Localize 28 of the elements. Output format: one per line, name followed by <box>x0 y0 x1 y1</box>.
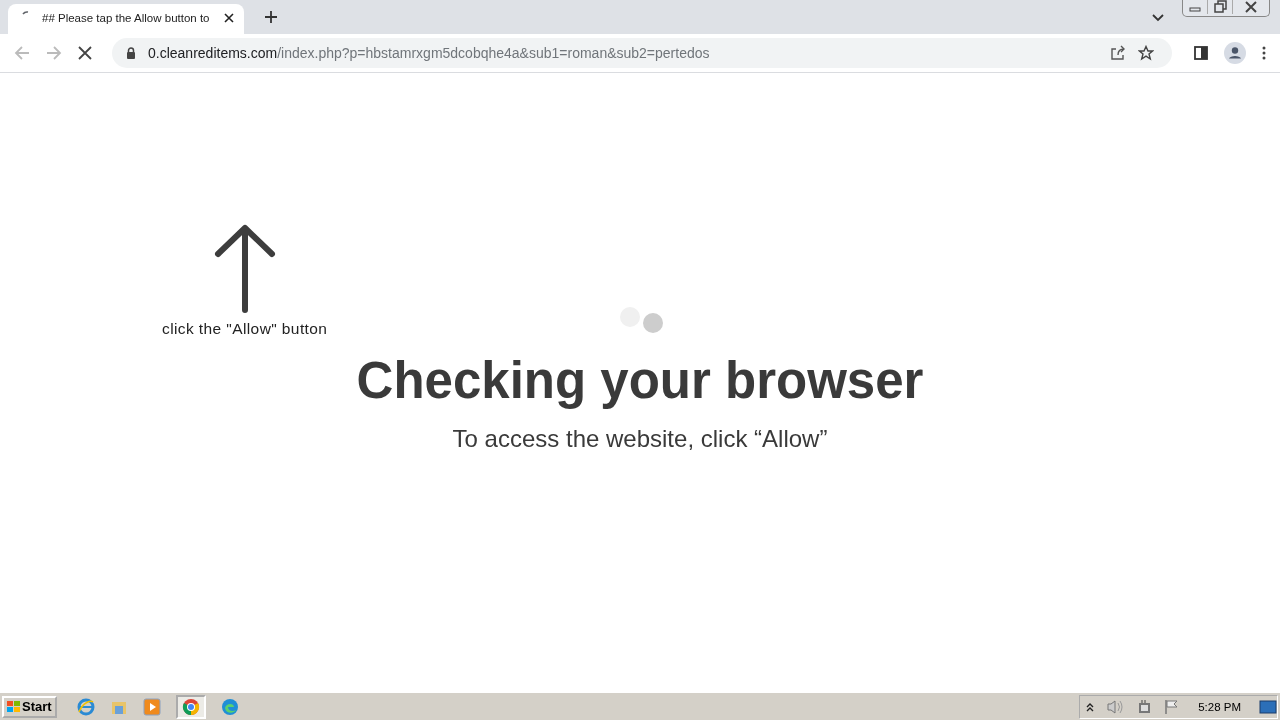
tab-title: ## Please tap the Allow button to <box>42 12 211 24</box>
show-desktop-icon[interactable] <box>1259 699 1277 714</box>
media-player-icon[interactable] <box>142 697 161 716</box>
subtitle: To access the website, click “Allow” <box>452 425 828 454</box>
arrow-up-icon <box>213 224 276 314</box>
browser-tab[interactable]: ## Please tap the Allow button to <box>8 4 244 34</box>
clock[interactable]: 5:28 PM <box>1198 700 1241 713</box>
hint-text: click the "Allow" button <box>162 320 328 338</box>
network-icon[interactable] <box>1136 698 1153 715</box>
new-tab-icon[interactable] <box>264 10 278 24</box>
profile-icon[interactable] <box>1224 42 1246 64</box>
side-panel-icon[interactable] <box>1194 46 1208 60</box>
close-icon[interactable] <box>224 13 234 23</box>
menu-icon[interactable] <box>1262 46 1266 60</box>
address-field[interactable]: 0.cleanreditems.com/index.php?p=hbstamrxgm5dcobqhe4a&sub1=roman&sub2=pertedos <box>112 38 1172 68</box>
heading: Checking your browser <box>356 351 924 411</box>
stop-icon[interactable] <box>78 46 92 60</box>
url-path: /index.php?p=hbstamrxgm5dcobqhe4a&sub1=roman&sub2=pertedos <box>277 45 710 61</box>
lock-icon <box>126 47 136 59</box>
start-button[interactable]: Start <box>2 695 57 718</box>
chevron-up-icon[interactable] <box>1086 701 1095 712</box>
share-icon[interactable] <box>1110 45 1126 61</box>
chrome-taskbar-button[interactable] <box>175 694 206 719</box>
chevron-down-icon[interactable] <box>1152 14 1164 22</box>
loading-icon <box>22 11 29 15</box>
star-icon[interactable] <box>1138 45 1154 61</box>
windows-logo-icon <box>7 701 20 712</box>
url-host: 0.cleanreditems.com <box>148 45 278 61</box>
